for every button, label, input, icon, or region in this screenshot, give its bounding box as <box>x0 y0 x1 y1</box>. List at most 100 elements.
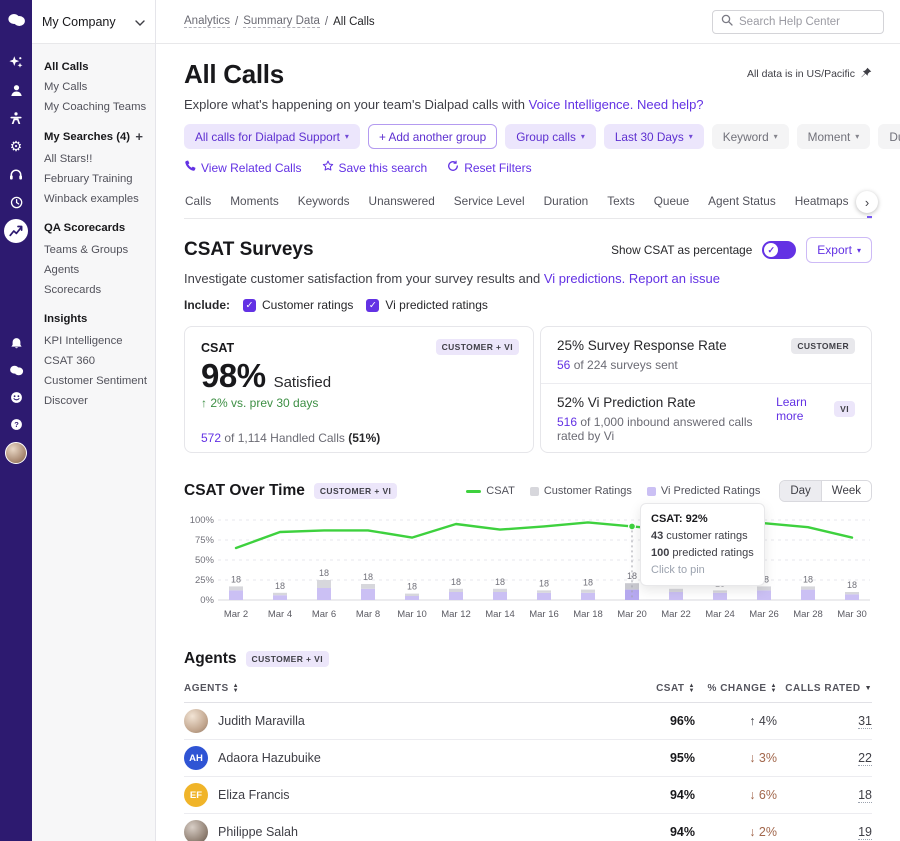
csat-desc-text: Investigate customer satisfaction from y… <box>184 271 540 286</box>
sidebar-item-teams-groups[interactable]: Teams & Groups <box>44 240 143 260</box>
range-week[interactable]: Week <box>821 481 871 501</box>
need-help-link[interactable]: Need help? <box>637 97 704 112</box>
calls-rated-value[interactable]: 19 <box>858 825 872 840</box>
tab-moments[interactable]: Moments <box>229 188 280 218</box>
tab-calls[interactable]: Calls <box>184 188 212 218</box>
chip-label: Keyword <box>723 130 769 144</box>
column-header--change[interactable]: % CHANGE▲▼ <box>695 676 777 703</box>
column-header-agents[interactable]: AGENTS▲▼ <box>184 676 615 703</box>
sidebar-item-february-training[interactable]: February Training <box>44 169 143 189</box>
show-csat-toggle[interactable]: ✓ <box>762 241 796 259</box>
notifications-icon[interactable] <box>0 330 32 357</box>
tabs-bar: Calls Moments Keywords Unanswered Service Le… <box>184 188 872 219</box>
svg-text:50%: 50% <box>195 555 215 566</box>
tab-keywords[interactable]: Keywords <box>297 188 351 218</box>
coaching-icon[interactable] <box>0 104 32 132</box>
tab-queue[interactable]: Queue <box>653 188 690 218</box>
company-switcher[interactable]: My Company <box>32 0 155 44</box>
breadcrumb-summary-data[interactable]: Summary Data <box>243 15 320 28</box>
learn-more-link[interactable]: Learn more <box>776 395 824 423</box>
help-icon[interactable]: ? <box>0 411 32 438</box>
tab-service-level[interactable]: Service Level <box>453 188 526 218</box>
help-search[interactable] <box>712 10 884 34</box>
customer-ratings-checkbox-item[interactable]: ✓ Customer ratings <box>243 298 353 312</box>
sidebar-item-agents[interactable]: Agents <box>44 260 143 280</box>
filter-chip-group-calls[interactable]: Group calls▾ <box>505 124 596 149</box>
sidebar-item-customer-sentiment[interactable]: Customer Sentiment <box>44 371 143 391</box>
filter-chip-last-30-days[interactable]: Last 30 Days▾ <box>604 124 704 149</box>
svg-text:Mar 2: Mar 2 <box>224 609 248 620</box>
sidebar-item-my-calls[interactable]: My Calls <box>44 77 143 97</box>
calls-rated-value[interactable]: 22 <box>858 751 872 766</box>
calls-rated-value[interactable]: 18 <box>858 788 872 803</box>
filter-chip-duration[interactable]: Duration▾ <box>878 124 900 149</box>
help-search-input[interactable] <box>739 16 875 28</box>
phone-icon <box>184 160 196 175</box>
chip-label: Duration <box>889 130 900 144</box>
reset-filters-link[interactable]: Reset Filters <box>447 160 531 175</box>
calls-rated-value[interactable]: 31 <box>858 714 872 729</box>
feedback-smiley-icon[interactable] <box>0 384 32 411</box>
sidebar-group-heading: QA Scorecards <box>44 222 143 234</box>
tab-heatmaps[interactable]: Heatmaps <box>794 188 850 218</box>
history-icon[interactable] <box>0 188 32 216</box>
svg-text:18: 18 <box>451 577 461 587</box>
range-day[interactable]: Day <box>780 481 820 501</box>
tab-agent-status[interactable]: Agent Status <box>707 188 777 218</box>
agent-cell: AHAdaora Hazubuike <box>184 746 615 770</box>
tab-unanswered[interactable]: Unanswered <box>368 188 436 218</box>
view-related-calls-link[interactable]: View Related Calls <box>184 160 302 175</box>
chart-canvas[interactable]: 0%25%50%75%100%18Mar 218Mar 418Mar 618Ma… <box>184 510 872 626</box>
surveys-sent-link[interactable]: 56 <box>557 358 570 372</box>
tabs-scroll-right-button[interactable]: › <box>856 191 878 213</box>
column-header-calls-rated[interactable]: CALLS RATED▼ <box>777 676 872 703</box>
filter-chip-moment[interactable]: Moment▾ <box>797 124 871 149</box>
sidebar-item-kpi-intelligence[interactable]: KPI Intelligence <box>44 331 143 351</box>
sidebar-item-discover[interactable]: Discover <box>44 391 143 411</box>
svg-text:18: 18 <box>847 580 857 590</box>
svg-text:Mar 10: Mar 10 <box>397 609 427 620</box>
filter-chip-all-calls-for-dialpad-support[interactable]: All calls for Dialpad Support▾ <box>184 124 360 149</box>
dialpad-logo-icon[interactable] <box>7 9 26 31</box>
svg-text:Mar 26: Mar 26 <box>749 609 779 620</box>
column-header-csat[interactable]: CSAT▲▼ <box>615 676 695 703</box>
save-this-search-link[interactable]: Save this search <box>322 160 428 175</box>
dialpad-mini-icon[interactable] <box>0 357 32 384</box>
csat-value: 94% <box>670 788 695 802</box>
tooltip-title: CSAT: 92% <box>651 511 754 528</box>
sidebar-item-winback-examples[interactable]: Winback examples <box>44 189 143 209</box>
tooltip-line2: 100 predicted ratings <box>651 545 754 562</box>
csat-value: 98% <box>201 357 266 395</box>
vi-rated-link[interactable]: 516 <box>557 415 577 429</box>
voice-intelligence-link[interactable]: Voice Intelligence. <box>529 97 634 112</box>
add-search-button[interactable]: + <box>135 130 143 143</box>
sidebar-item-csat-360[interactable]: CSAT 360 <box>44 351 143 371</box>
tab-duration[interactable]: Duration <box>543 188 590 218</box>
user-avatar[interactable] <box>5 442 27 464</box>
handled-calls-link[interactable]: 572 <box>201 431 221 445</box>
customer-ratings-checkbox[interactable]: ✓ <box>243 299 256 312</box>
ai-sparkle-icon[interactable] <box>0 48 32 76</box>
report-issue-link[interactable]: Report an issue <box>629 271 720 286</box>
vi-predicted-checkbox-item[interactable]: ✓ Vi predicted ratings <box>366 298 488 312</box>
pin-icon[interactable] <box>861 67 872 81</box>
support-headset-icon[interactable] <box>0 160 32 188</box>
vi-predicted-checkbox[interactable]: ✓ <box>366 299 379 312</box>
tab-texts[interactable]: Texts <box>606 188 636 218</box>
contacts-icon[interactable] <box>0 76 32 104</box>
export-button[interactable]: Export ▾ <box>806 237 872 263</box>
agent-name: Eliza Francis <box>218 788 290 802</box>
sort-icon: ▲▼ <box>689 684 695 694</box>
vi-predictions-link[interactable]: Vi predictions. <box>544 271 625 286</box>
sidebar-item-all-stars-[interactable]: All Stars!! <box>44 149 143 169</box>
filter-chip-keyword[interactable]: Keyword▾ <box>712 124 789 149</box>
csat-over-time-chart[interactable]: 0%25%50%75%100%18Mar 218Mar 418Mar 618Ma… <box>184 510 872 626</box>
sidebar-item-my-coaching-teams[interactable]: My Coaching Teams <box>44 97 143 117</box>
csat-cell: 95% <box>615 740 695 777</box>
sidebar-item-scorecards[interactable]: Scorecards <box>44 280 143 300</box>
settings-icon[interactable]: ⚙ <box>0 132 32 160</box>
breadcrumb-analytics[interactable]: Analytics <box>184 15 230 28</box>
filter-chip--add-another-group[interactable]: + Add another group <box>368 124 497 149</box>
analytics-active-icon[interactable] <box>4 219 28 243</box>
sidebar-item-all-calls[interactable]: All Calls <box>44 57 143 77</box>
